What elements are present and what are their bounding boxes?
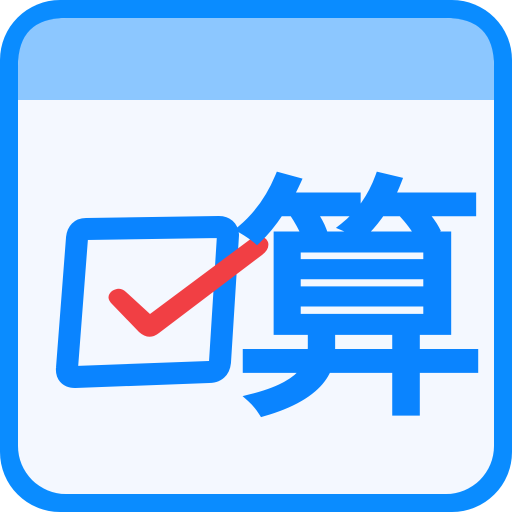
app-icon-graphic: 算 <box>0 0 512 512</box>
app-icon[interactable]: 算 <box>0 0 512 512</box>
glyph-main: 算 <box>232 156 487 453</box>
header-band <box>18 18 494 100</box>
